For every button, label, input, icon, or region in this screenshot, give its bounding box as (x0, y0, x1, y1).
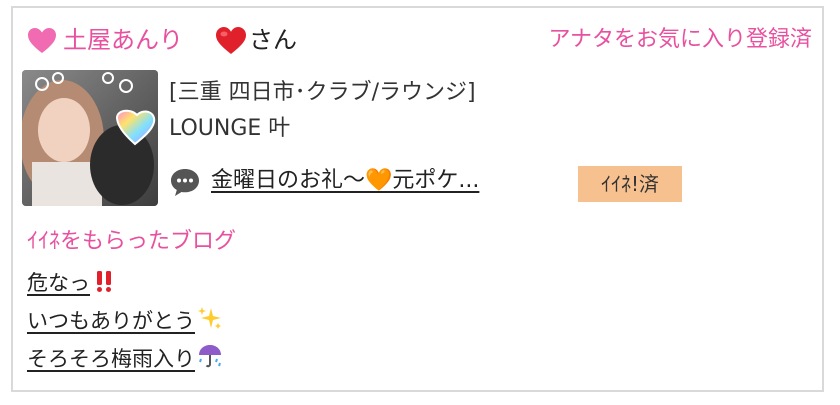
shop-name[interactable]: LOUNGE 叶 (169, 114, 290, 144)
sparkles-icon (198, 307, 221, 329)
liked-blog-link[interactable]: いつもありがとう (27, 307, 223, 333)
list-item: 危なっ (27, 266, 223, 304)
liked-blog-link[interactable]: そろそろ梅雨入り (27, 345, 223, 371)
chat-bubble-icon (171, 169, 199, 196)
avatar[interactable] (22, 70, 158, 206)
shop-category: [三重 四日市･クラブ/ラウンジ] (169, 80, 476, 105)
liked-blog-title: 危なっ (27, 271, 90, 295)
liked-blog-title: そろそろ梅雨入り (27, 347, 195, 371)
girl-name-link[interactable]: 土屋あんり (63, 22, 183, 58)
honorific-label: さん (249, 26, 297, 54)
favorite-girl-card: 土屋あんり さん アナタをお気に入り登録済 [三重 四日市･クラブ/ラウンジ] … (11, 6, 824, 392)
iine-status-badge: ｲｲﾈ!済 (578, 166, 682, 202)
liked-blog-link[interactable]: 危なっ (27, 271, 116, 295)
favorite-status: アナタをお気に入り登録済 (548, 27, 812, 52)
red-heart-icon (216, 27, 246, 54)
list-item: いつもありがとう (27, 304, 223, 342)
avatar-photo (22, 70, 158, 206)
double-exclamation-icon (97, 271, 111, 292)
latest-blog-link[interactable]: 金曜日のお礼〜🧡元ポケ... (211, 164, 479, 198)
list-item: そろそろ梅雨入り (27, 342, 223, 380)
card-header: 土屋あんり さん アナタをお気に入り登録済 (27, 22, 812, 62)
umbrella-rain-icon (199, 345, 221, 368)
liked-blog-title: いつもありがとう (27, 309, 195, 333)
pink-heart-icon (28, 28, 56, 53)
liked-blogs-heading: ｲｲﾈをもらったブログ (27, 229, 237, 254)
liked-blog-list: 危なっ いつもありがとう そろそろ梅雨入り (27, 266, 223, 380)
